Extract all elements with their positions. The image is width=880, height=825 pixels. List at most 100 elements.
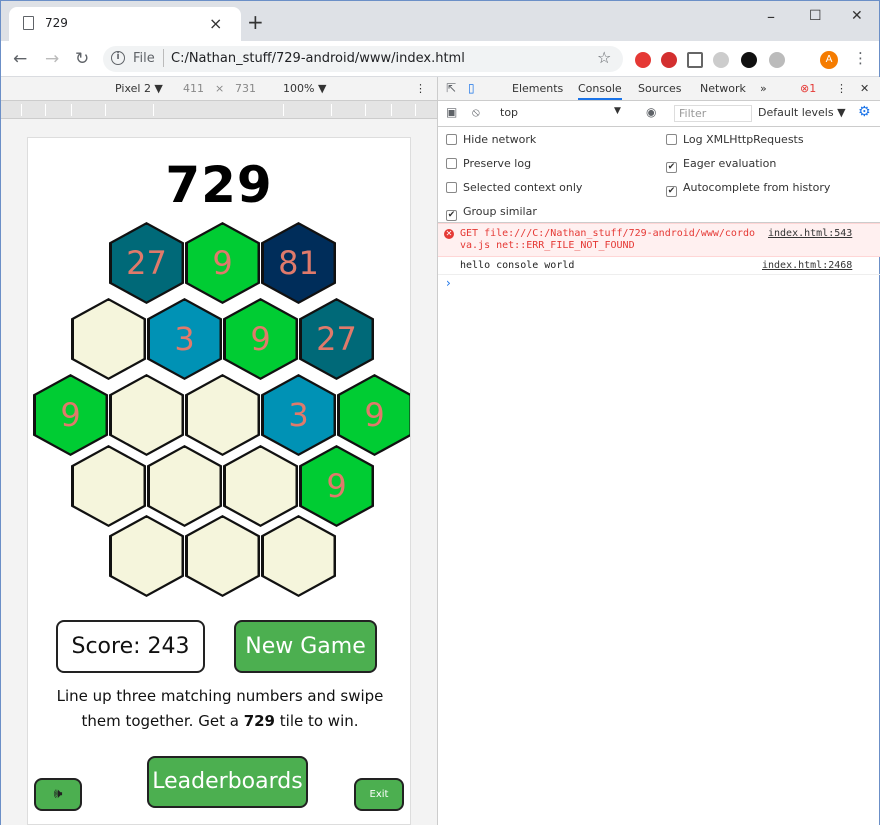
empty-tile[interactable]	[71, 298, 146, 380]
tile-value	[111, 376, 182, 454]
speaker-icon: 🕪	[53, 786, 63, 802]
checkbox[interactable]	[446, 182, 457, 193]
exit-button[interactable]: Exit	[354, 778, 404, 811]
new-tab-button[interactable]: +	[247, 10, 264, 34]
sidebar-toggle-icon[interactable]: ▣	[446, 105, 457, 119]
forward-icon[interactable]: →	[45, 49, 59, 69]
tile-27[interactable]: 27	[299, 298, 374, 380]
reload-icon[interactable]: ↻	[75, 49, 89, 69]
chevron-down-icon[interactable]: ▼	[614, 106, 621, 116]
log-source-link[interactable]: index.html:2468	[762, 260, 852, 271]
tab-elements[interactable]: Elements	[512, 82, 563, 95]
devtools-menu-icon[interactable]: ⋮	[836, 82, 847, 95]
minimize-button[interactable]: –	[767, 7, 775, 26]
tile-value: 3	[263, 376, 334, 454]
tab-close-icon[interactable]: ×	[209, 14, 222, 33]
times-icon: ×	[215, 82, 225, 95]
tab-console[interactable]: Console	[578, 82, 622, 100]
more-tabs-icon[interactable]: »	[760, 82, 767, 95]
console-log-message: hello console world index.html:2468	[438, 257, 880, 275]
tile-value: 9	[187, 224, 258, 302]
leaderboards-button[interactable]: Leaderboards	[147, 756, 308, 808]
checkbox[interactable]	[446, 134, 457, 145]
empty-tile[interactable]	[147, 445, 222, 527]
empty-tile[interactable]	[185, 515, 260, 597]
tile-9[interactable]: 9	[33, 374, 108, 456]
clear-console-icon[interactable]: ⦸	[472, 105, 480, 120]
empty-tile[interactable]	[71, 445, 146, 527]
media-query-bar[interactable]	[1, 101, 437, 119]
tab-sources[interactable]: Sources	[638, 82, 682, 95]
device-select[interactable]: Pixel 2 ▼	[115, 82, 163, 95]
tab-network[interactable]: Network	[700, 82, 746, 95]
back-icon[interactable]: ←	[13, 49, 27, 69]
filter-input[interactable]: Filter	[674, 105, 752, 122]
gear-icon[interactable]: ⚙	[858, 104, 871, 120]
device-height[interactable]: 731	[235, 82, 256, 95]
tile-9[interactable]: 9	[223, 298, 298, 380]
tile-9[interactable]: 9	[299, 445, 374, 527]
person-extension-icon[interactable]	[713, 52, 729, 68]
inspect-icon[interactable]: ⇱	[446, 81, 456, 95]
device-width[interactable]: 411	[183, 82, 204, 95]
maximize-button[interactable]: ☐	[809, 8, 822, 24]
checkbox-checked[interactable]: ✔	[446, 210, 457, 221]
new-game-button[interactable]: New Game	[234, 620, 377, 673]
address-bar[interactable]: i File C:/Nathan_stuff/729-android/www/i…	[103, 46, 623, 72]
tile-value: 81	[263, 224, 334, 302]
error-count-badge[interactable]: ⊗1	[800, 82, 816, 95]
setting-group-similar[interactable]: ✔ Group similar	[446, 205, 537, 221]
tile-3[interactable]: 3	[261, 374, 336, 456]
checkbox[interactable]	[446, 158, 457, 169]
setting-selected-context[interactable]: Selected context only	[446, 181, 582, 194]
browser-toolbar: ← → ↻ i File C:/Nathan_stuff/729-android…	[1, 41, 879, 77]
info-icon[interactable]: i	[111, 51, 125, 65]
log-levels-select[interactable]: Default levels ▼	[758, 106, 846, 119]
dark-mode-extension-icon[interactable]	[741, 52, 757, 68]
url-text[interactable]: C:/Nathan_stuff/729-android/www/index.ht…	[171, 51, 465, 66]
reader-extension-icon[interactable]	[687, 52, 703, 68]
log-text: hello console world	[460, 260, 575, 271]
devtools-tabbar: ⇱ ▯ Elements Console Sources Network » ⊗…	[438, 77, 880, 101]
devtools-close-icon[interactable]: ✕	[860, 82, 869, 95]
empty-tile[interactable]	[223, 445, 298, 527]
tile-81[interactable]: 81	[261, 222, 336, 304]
context-select[interactable]: top	[500, 106, 518, 119]
empty-tile[interactable]	[109, 515, 184, 597]
chrome-extension-icon[interactable]	[769, 52, 785, 68]
checkbox-checked[interactable]: ✔	[666, 162, 677, 173]
tab-title: 729	[45, 16, 68, 30]
browser-menu-icon[interactable]: ⋮	[853, 49, 868, 67]
url-scheme: File	[133, 51, 155, 66]
setting-hide-network[interactable]: Hide network	[446, 133, 536, 146]
eye-icon[interactable]: ◉	[646, 105, 656, 119]
checkbox-checked[interactable]: ✔	[666, 186, 677, 197]
empty-tile[interactable]	[185, 374, 260, 456]
tile-value: 9	[225, 300, 296, 378]
device-mode-icon[interactable]: ▯	[468, 81, 475, 95]
tile-3[interactable]: 3	[147, 298, 222, 380]
empty-tile[interactable]	[261, 515, 336, 597]
sound-toggle-button[interactable]: 🕪	[34, 778, 82, 811]
setting-preserve-log[interactable]: Preserve log	[446, 157, 531, 170]
close-window-button[interactable]: ✕	[851, 8, 863, 24]
device-more-icon[interactable]: ⋮	[415, 82, 426, 95]
tile-9[interactable]: 9	[185, 222, 260, 304]
adblock-extension-icon[interactable]	[661, 52, 677, 68]
setting-eager-evaluation[interactable]: ✔ Eager evaluation	[666, 157, 776, 173]
error-source-link[interactable]: index.html:543	[768, 228, 852, 239]
console-prompt[interactable]: ›	[446, 276, 451, 290]
error-text[interactable]: GET file:///C:/Nathan_stuff/729-android/…	[460, 228, 760, 252]
zoom-select[interactable]: 100% ▼	[283, 82, 326, 95]
console-error-message: ✕ GET file:///C:/Nathan_stuff/729-androi…	[438, 223, 880, 257]
tile-9[interactable]: 9	[337, 374, 410, 456]
profile-avatar[interactable]: A	[820, 51, 838, 69]
tile-27[interactable]: 27	[109, 222, 184, 304]
setting-autocomplete-history[interactable]: ✔ Autocomplete from history	[666, 181, 830, 197]
empty-tile[interactable]	[109, 374, 184, 456]
setting-log-xhr[interactable]: Log XMLHttpRequests	[666, 133, 804, 146]
opera-extension-icon[interactable]	[635, 52, 651, 68]
tab-729[interactable]: 729 ×	[9, 7, 241, 41]
bookmark-star-icon[interactable]: ☆	[597, 48, 611, 67]
checkbox[interactable]	[666, 134, 677, 145]
